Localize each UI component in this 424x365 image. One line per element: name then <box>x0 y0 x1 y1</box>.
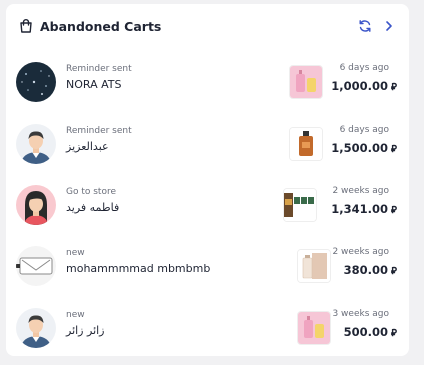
dark-photo-avatar <box>16 62 56 102</box>
cart-status: Reminder sent <box>66 126 132 136</box>
cart-time: 2 weeks ago <box>332 186 389 196</box>
cart-row[interactable]: Reminder sent عبدالعزيز 6 days ago 1,500… <box>6 116 409 172</box>
cart-time: 6 days ago <box>339 63 389 73</box>
shopping-bag-icon <box>18 18 34 34</box>
male-avatar <box>16 124 56 164</box>
cart-amount: 1,000.00 ⃁ <box>331 79 397 93</box>
cart-row[interactable]: new زائر زائر 3 weeks ago 500.00 ⃁ <box>6 300 409 356</box>
chevron-right-icon[interactable] <box>381 18 397 34</box>
cart-amount: 500.00 ⃁ <box>343 325 397 339</box>
customer-name: NORA ATS <box>66 78 122 91</box>
cart-row[interactable]: new mohammmmad mbmbmb 2 weeks ago 380.00… <box>6 238 409 294</box>
cart-status: new <box>66 310 85 320</box>
cart-time: 6 days ago <box>339 125 389 135</box>
cart-time: 2 weeks ago <box>332 247 389 257</box>
cart-row[interactable]: Reminder sent NORA ATS 6 days ago 1,000.… <box>6 54 409 110</box>
refresh-icon[interactable] <box>357 18 373 34</box>
cart-amount: 380.00 ⃁ <box>343 263 397 277</box>
perfume-bottle-thumb <box>289 127 323 161</box>
pink-product-thumb <box>289 65 323 99</box>
female-avatar <box>16 185 56 225</box>
abandoned-carts-card: Abandoned Carts Reminder sent NORA ATS 6… <box>6 4 409 356</box>
cart-status: new <box>66 248 85 258</box>
male-avatar <box>16 308 56 348</box>
customer-name: عبدالعزيز <box>66 140 109 153</box>
beige-product-thumb <box>297 249 331 283</box>
card-header: Abandoned Carts <box>18 16 397 36</box>
customer-name: فاطمه فريد <box>66 201 120 214</box>
card-title: Abandoned Carts <box>40 18 162 34</box>
cart-time: 3 weeks ago <box>332 309 389 319</box>
pink-product-thumb <box>297 311 331 345</box>
cart-row[interactable]: Go to store فاطمه فريد 2 weeks ago 1,341… <box>6 177 409 233</box>
customer-name: mohammmmad mbmbmb <box>66 262 211 275</box>
cart-status: Go to store <box>66 187 117 197</box>
device-avatar <box>16 246 56 286</box>
cart-amount: 1,500.00 ⃁ <box>331 141 397 155</box>
cart-status: Reminder sent <box>66 64 132 74</box>
cart-amount: 1,341.00 ⃁ <box>331 202 397 216</box>
customer-name: زائر زائر <box>66 324 105 337</box>
multi-product-thumb <box>283 188 317 222</box>
